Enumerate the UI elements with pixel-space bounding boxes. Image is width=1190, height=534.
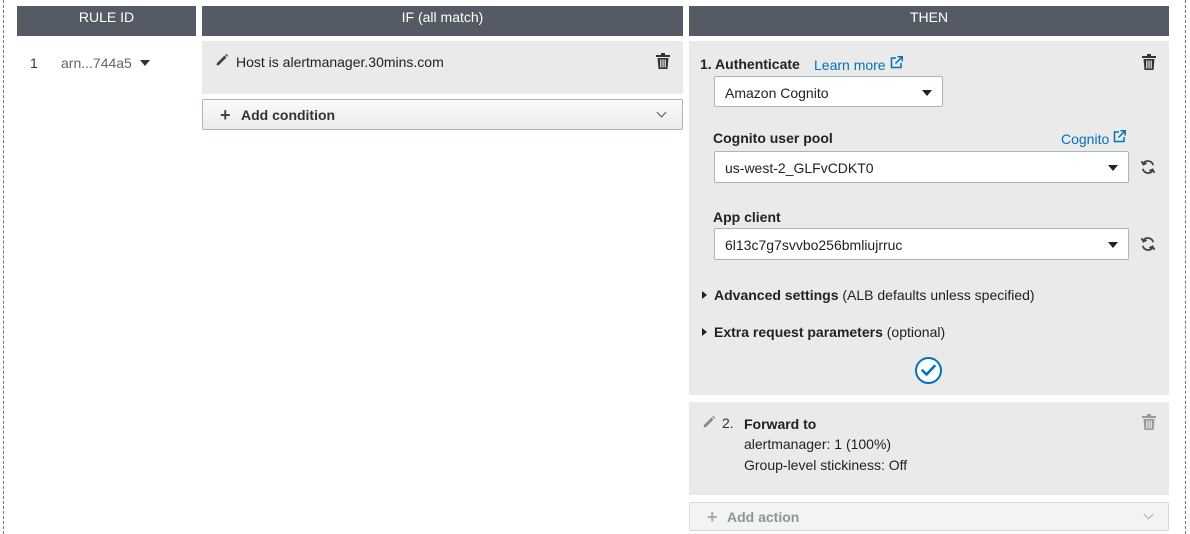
advanced-settings-label: Advanced settings [714, 287, 839, 303]
condition-text: Host is alertmanager.30mins.com [236, 54, 444, 70]
app-client-select[interactable]: 6l13c7g7svvbo256bmliujrruc [714, 228, 1129, 260]
add-action-label: Add action [727, 509, 800, 525]
plus-icon: + [220, 105, 231, 125]
extra-request-parameters-label: Extra request parameters [714, 324, 883, 340]
advanced-settings-expander[interactable]: Advanced settings (ALB defaults unless s… [702, 287, 1035, 303]
confirm-button[interactable] [915, 357, 942, 384]
caret-right-icon [702, 328, 707, 336]
forward-action-title: Forward to [744, 416, 817, 432]
column-header-then: THEN [689, 6, 1169, 36]
trash-icon[interactable] [1142, 414, 1156, 430]
learn-more-label: Learn more [814, 57, 886, 73]
forward-action-number: 2. [722, 415, 734, 431]
dashed-border-right [1185, 0, 1186, 534]
chevron-down-icon [656, 107, 667, 118]
authenticate-action-card: 1. Authenticate Learn more Amazon Cognit… [689, 41, 1169, 395]
column-header-if: IF (all match) [202, 6, 683, 36]
learn-more-link[interactable]: Learn more [814, 56, 903, 73]
column-header-rule-id: RULE ID [17, 6, 196, 36]
forward-target: alertmanager: 1 (100%) [744, 436, 892, 452]
app-client-value: 6l13c7g7svvbo256bmliujrruc [725, 237, 903, 253]
external-link-icon [1114, 130, 1127, 143]
identity-provider-value: Amazon Cognito [725, 85, 829, 101]
forward-action-card: 2. Forward to alertmanager: 1 (100%) Gro… [689, 402, 1169, 495]
caret-down-icon [1108, 165, 1118, 171]
extra-request-parameters-note: (optional) [886, 324, 946, 340]
refresh-icon[interactable] [1140, 159, 1156, 175]
trash-icon[interactable] [1142, 54, 1156, 70]
caret-down-icon [1108, 242, 1118, 248]
add-action-button[interactable]: + Add action [689, 502, 1169, 531]
rule-number: 1 [30, 55, 38, 71]
plus-icon: + [707, 507, 718, 527]
trash-icon[interactable] [656, 53, 670, 69]
forward-stickiness: Group-level stickiness: Off [744, 457, 908, 473]
user-pool-value: us-west-2_GLFvCDKT0 [725, 160, 874, 176]
rule-arn-text: arn...744a5 [61, 55, 132, 71]
user-pool-label: Cognito user pool [713, 130, 833, 146]
pencil-icon[interactable] [702, 415, 716, 429]
caret-down-icon [139, 60, 150, 66]
condition-card: Host is alertmanager.30mins.com [202, 41, 683, 94]
refresh-icon[interactable] [1140, 236, 1156, 252]
advanced-settings-note: (ALB defaults unless specified) [842, 287, 1035, 303]
check-icon [921, 364, 936, 376]
caret-right-icon [702, 291, 707, 299]
chevron-down-icon [1143, 509, 1154, 520]
pencil-icon[interactable] [215, 53, 229, 67]
extra-request-parameters-expander[interactable]: Extra request parameters (optional) [702, 324, 945, 340]
app-client-label: App client [713, 209, 781, 225]
identity-provider-select[interactable]: Amazon Cognito [714, 76, 943, 107]
cognito-link-label: Cognito [1061, 131, 1110, 147]
authenticate-title: 1. Authenticate [700, 56, 800, 72]
dashed-border-left [3, 0, 4, 534]
user-pool-select[interactable]: us-west-2_GLFvCDKT0 [714, 151, 1129, 183]
cognito-link[interactable]: Cognito [1061, 130, 1127, 147]
add-condition-button[interactable]: + Add condition [202, 99, 683, 130]
caret-down-icon [922, 90, 932, 96]
external-link-icon [890, 56, 903, 69]
rule-arn-dropdown[interactable]: arn...744a5 [61, 55, 150, 71]
add-condition-label: Add condition [241, 107, 336, 123]
